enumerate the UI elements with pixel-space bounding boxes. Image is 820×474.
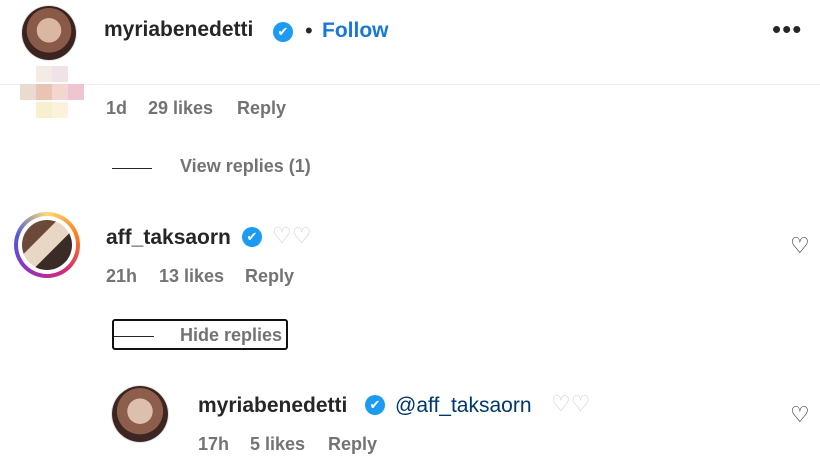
reply-avatar[interactable] xyxy=(112,386,168,442)
replies-divider-line xyxy=(114,336,154,337)
reply-button[interactable]: Reply xyxy=(328,434,377,455)
comment-username[interactable]: aff_taksaorn xyxy=(106,226,231,250)
comment-likes[interactable]: 29 likes xyxy=(148,98,213,119)
separator-dot: • xyxy=(305,18,313,43)
mention-link[interactable]: @aff_taksaorn xyxy=(395,394,532,418)
blurred-avatar[interactable] xyxy=(20,66,84,124)
story-ring-avatar[interactable] xyxy=(14,212,80,278)
comment-time: 21h xyxy=(106,266,138,286)
like-heart-icon[interactable]: ♡ xyxy=(790,233,810,259)
verified-badge-icon: ✔ xyxy=(273,22,293,42)
verified-badge-icon: ✔ xyxy=(242,227,262,247)
profile-avatar[interactable] xyxy=(22,6,76,60)
comment-text: ♡♡ xyxy=(272,223,312,248)
comment-likes[interactable]: 13 likes xyxy=(159,266,224,287)
more-options-icon[interactable]: ••• xyxy=(772,14,802,45)
like-heart-icon[interactable]: ♡ xyxy=(790,402,810,428)
reply-likes[interactable]: 5 likes xyxy=(250,434,305,455)
view-replies-button[interactable]: View replies (1) xyxy=(180,156,311,177)
hide-replies-label[interactable]: Hide replies xyxy=(180,325,282,346)
reply-username[interactable]: myriabenedetti xyxy=(198,394,347,418)
reply-time: 17h xyxy=(198,434,230,454)
replies-divider-line xyxy=(112,168,152,169)
follow-button[interactable]: Follow xyxy=(322,19,389,43)
reply-button[interactable]: Reply xyxy=(237,98,286,119)
reply-text: ♡♡ xyxy=(551,391,591,416)
profile-username[interactable]: myriabenedetti xyxy=(104,18,253,42)
reply-button[interactable]: Reply xyxy=(245,266,294,287)
header-divider xyxy=(0,84,820,85)
comment-time: 1d xyxy=(106,98,128,118)
verified-badge-icon: ✔ xyxy=(365,395,385,415)
